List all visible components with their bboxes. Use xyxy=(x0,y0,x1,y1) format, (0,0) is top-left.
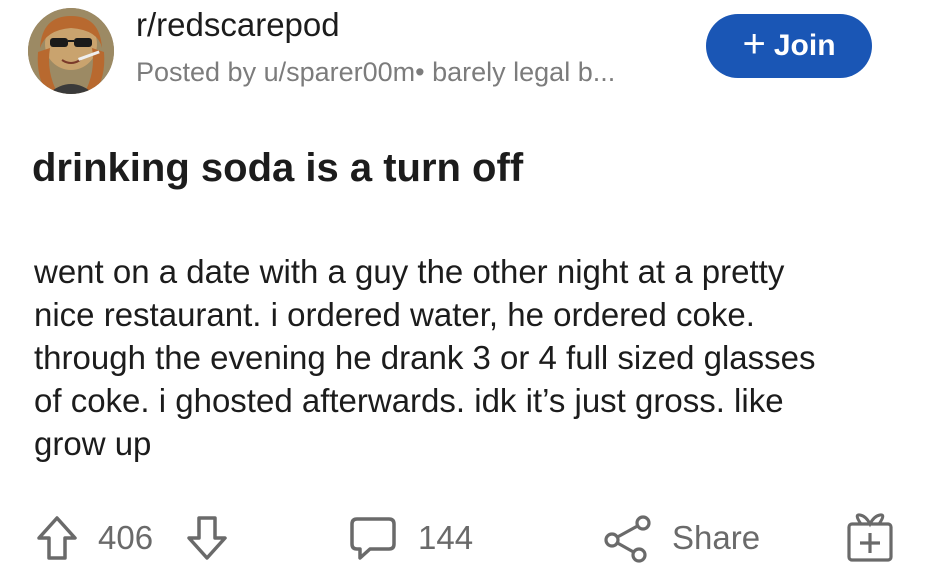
comment-count[interactable]: 144 xyxy=(418,519,473,557)
join-button[interactable]: + Join xyxy=(706,14,872,78)
downvote-arrow-icon[interactable] xyxy=(186,515,228,561)
post-action-bar: 406 144 Share xyxy=(0,505,934,575)
subreddit-avatar[interactable] xyxy=(28,8,114,94)
post-body-line: went on a date with a guy the other nigh… xyxy=(34,253,785,290)
post-body: went on a date with a guy the other nigh… xyxy=(34,250,914,465)
avatar-icon xyxy=(28,8,114,94)
post-body-line: grow up xyxy=(34,425,152,462)
plus-icon: + xyxy=(742,22,766,66)
share-label[interactable]: Share xyxy=(672,519,760,557)
subreddit-name[interactable]: r/redscarepod xyxy=(136,6,340,44)
post-header: r/redscarepod Posted by u/sparer00m• bar… xyxy=(0,0,934,110)
comment-bubble-icon[interactable] xyxy=(348,515,398,563)
upvote-arrow-icon[interactable] xyxy=(36,515,78,561)
post-body-line: through the evening he drank 3 or 4 full… xyxy=(34,339,816,376)
posted-by-line[interactable]: Posted by u/sparer00m• barely legal b... xyxy=(136,57,615,88)
post-body-line: nice restaurant. i ordered water, he ord… xyxy=(34,296,755,333)
join-label: Join xyxy=(773,29,836,62)
post-body-line: of coke. i ghosted afterwards. idk it’s … xyxy=(34,382,784,419)
post-title[interactable]: drinking soda is a turn off xyxy=(32,146,523,191)
share-nodes-icon[interactable] xyxy=(600,513,654,563)
vote-score: 406 xyxy=(98,519,154,556)
award-gift-icon[interactable] xyxy=(844,511,896,565)
